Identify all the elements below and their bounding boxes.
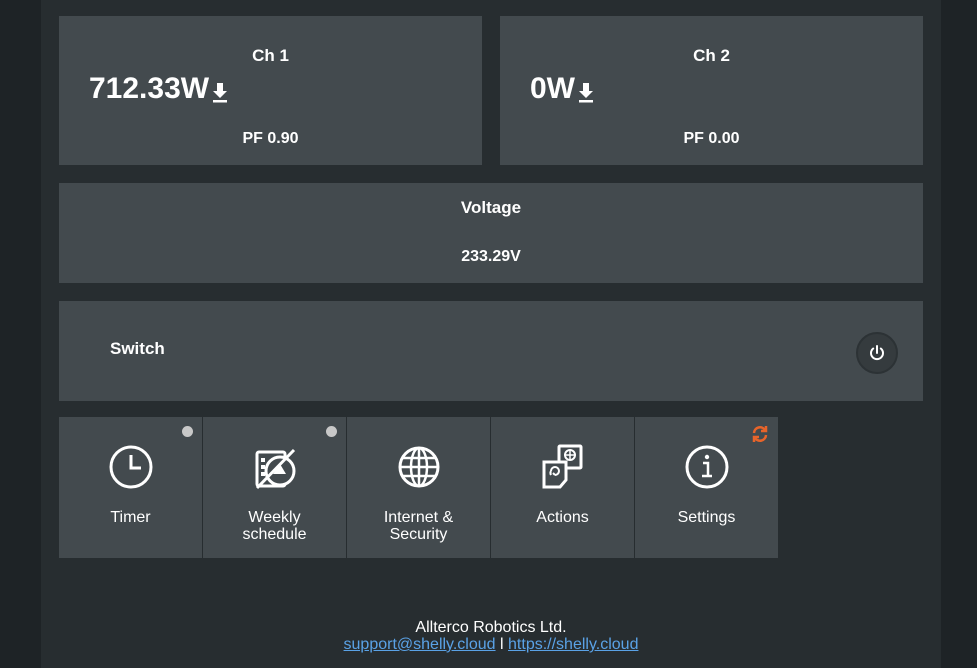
tile-internet-security[interactable]: Internet & Security: [347, 417, 490, 558]
switch-card: Switch: [59, 301, 923, 401]
channel-1-title: Ch 1: [252, 46, 289, 65]
footer: Allterco Robotics Ltd. support@shelly.cl…: [41, 619, 941, 653]
tile-timer-label: Timer: [110, 509, 151, 526]
info-icon: [685, 445, 728, 489]
tile-actions-label: Actions: [536, 509, 589, 526]
tile-settings-label: Settings: [677, 509, 736, 526]
clock-icon: [109, 445, 152, 489]
app-container: Ch 1 712.33W PF 0.90 Ch 2 0W PF 0.00 Vol…: [41, 0, 941, 668]
switch-label: Switch: [110, 339, 165, 358]
weekly-schedule-status-dot: [326, 426, 337, 437]
voltage-value: 233.29V: [461, 248, 521, 265]
voltage-card: Voltage 233.29V: [59, 183, 923, 283]
channel-2-power: 0W: [530, 72, 595, 106]
channel-2-title: Ch 2: [693, 46, 730, 65]
footer-separator: l: [500, 636, 504, 653]
tile-timer[interactable]: Timer: [59, 417, 202, 558]
channel-1-power-factor: PF 0.90: [242, 130, 299, 147]
power-toggle-button[interactable]: [856, 332, 898, 374]
channel-2-card: Ch 2 0W PF 0.00: [500, 16, 923, 165]
footer-links: support@shelly.cloud l https://shelly.cl…: [41, 636, 941, 653]
download-arrow-icon: [213, 83, 228, 103]
website-link[interactable]: https://shelly.cloud: [508, 636, 638, 653]
channel-1-power-value: 712.33W: [89, 72, 210, 105]
globe-icon: [398, 446, 439, 488]
download-arrow-icon: [579, 83, 593, 103]
footer-company: Allterco Robotics Ltd.: [415, 619, 567, 636]
update-sync-icon: [752, 426, 768, 442]
weekly-schedule-icon: [255, 448, 295, 490]
timer-status-dot: [182, 426, 193, 437]
tile-actions[interactable]: Actions: [491, 417, 634, 558]
tile-weekly-schedule-label: Weekly schedule: [242, 509, 307, 543]
support-email-link[interactable]: support@shelly.cloud: [344, 636, 496, 653]
tile-settings[interactable]: Settings: [635, 417, 778, 558]
tile-internet-security-label: Internet & Security: [383, 509, 454, 543]
channel-1-power: 712.33W: [89, 72, 229, 106]
actions-icon: [542, 444, 582, 489]
channel-2-power-value: 0W: [530, 72, 575, 105]
channel-2-power-factor: PF 0.00: [683, 130, 740, 147]
power-icon: [870, 345, 884, 361]
tile-weekly-schedule[interactable]: Weekly schedule: [203, 417, 346, 558]
channel-1-card: Ch 1 712.33W PF 0.90: [59, 16, 482, 165]
voltage-title: Voltage: [460, 198, 522, 217]
